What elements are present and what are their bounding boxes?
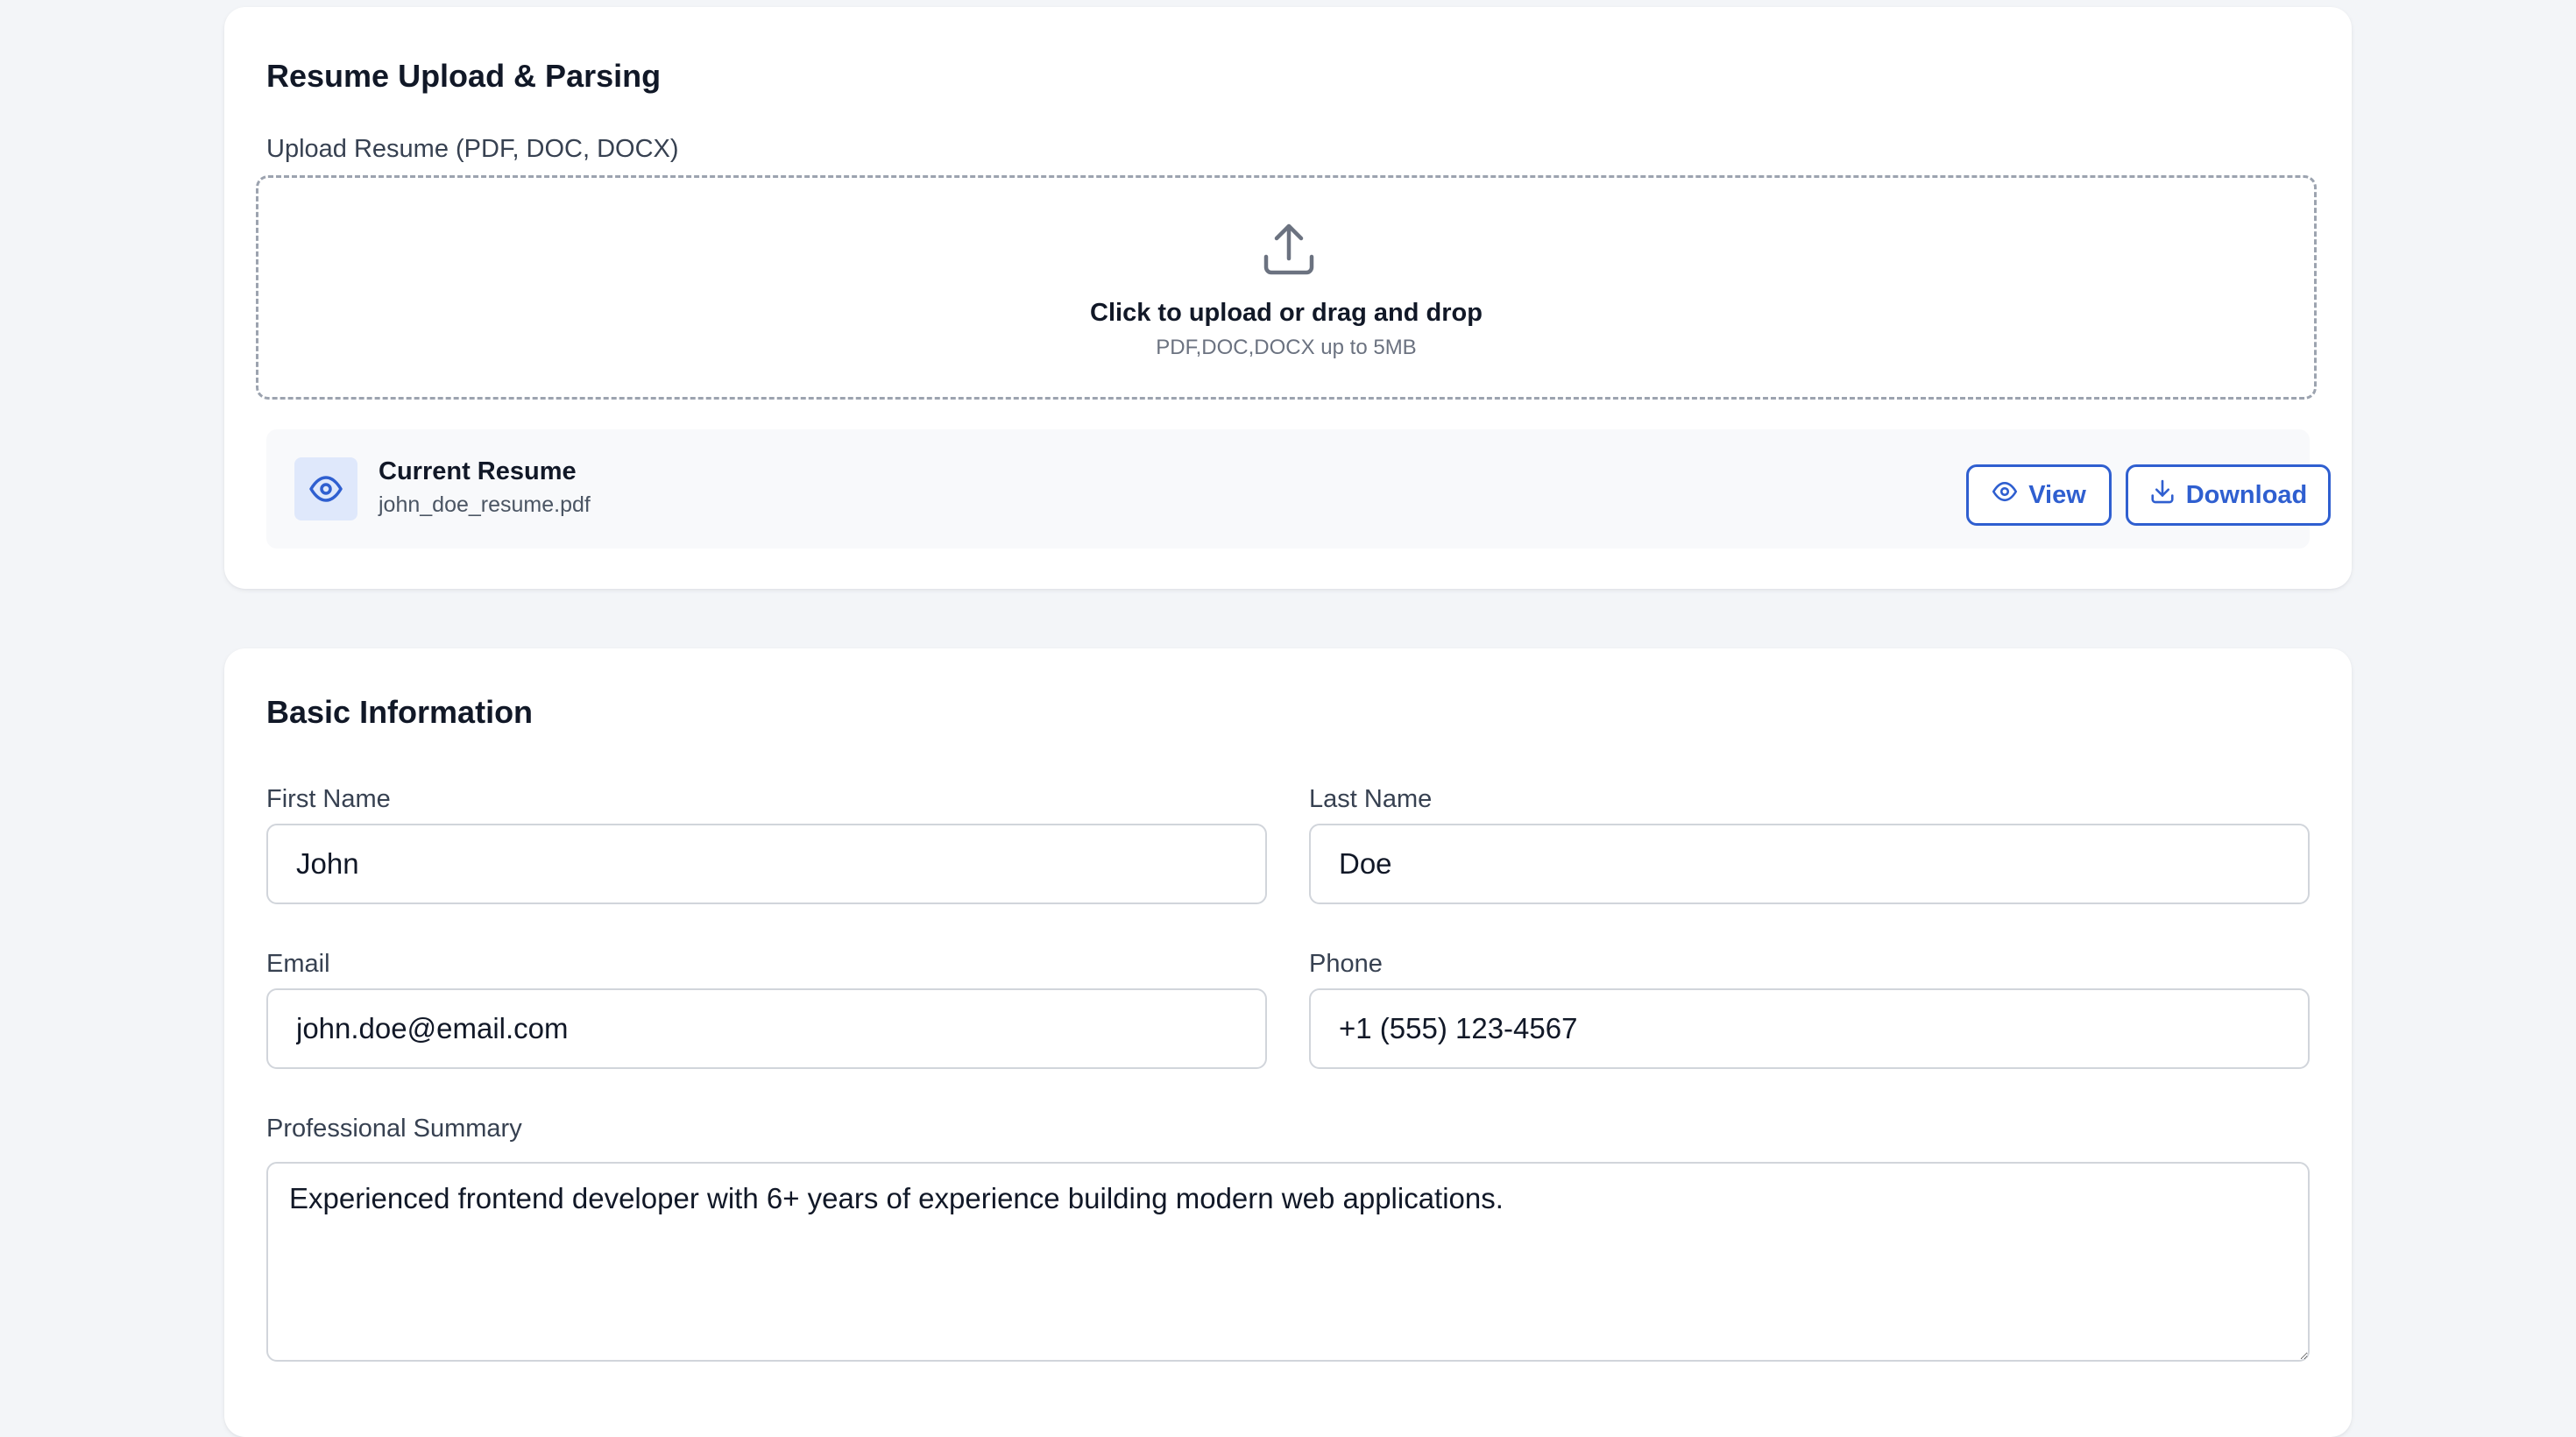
view-button-label: View [2028,480,2086,509]
eye-icon [294,457,357,520]
last-name-input[interactable] [1309,824,2310,904]
eye-icon [1992,478,2018,512]
phone-input[interactable] [1309,988,2310,1069]
resume-upload-card: Resume Upload & Parsing Upload Resume (P… [224,7,2352,589]
last-name-label: Last Name [1309,785,1433,813]
email-label: Email [266,950,330,978]
resume-dropzone[interactable]: Click to upload or drag and drop PDF,DOC… [256,175,2317,400]
first-name-input[interactable] [266,824,1267,904]
professional-summary-label: Professional Summary [266,1115,522,1143]
professional-summary-textarea[interactable]: Experienced frontend developer with 6+ y… [266,1162,2310,1362]
view-resume-button[interactable]: View [1966,464,2112,526]
basic-info-title: Basic Information [266,694,534,730]
download-button-label: Download [2185,480,2308,509]
current-resume-row: Current Resume john_doe_resume.pdf View … [266,429,2331,549]
download-resume-button[interactable]: Download [2126,464,2331,526]
current-resume-title: Current Resume [379,457,577,485]
phone-label: Phone [1309,950,1383,978]
first-name-label: First Name [266,785,391,813]
dropzone-hint-text: PDF,DOC,DOCX up to 5MB [1156,336,1417,359]
current-resume-filename: john_doe_resume.pdf [379,492,591,517]
basic-information-card: Basic Information First Name Last Name E… [224,648,2352,1437]
upload-icon [1261,222,1317,278]
dropzone-main-text: Click to upload or drag and drop [1090,299,1483,327]
email-input[interactable] [266,988,1267,1069]
download-icon [2149,478,2176,512]
resume-section-title: Resume Upload & Parsing [266,58,662,94]
upload-resume-label: Upload Resume (PDF, DOC, DOCX) [266,135,679,163]
